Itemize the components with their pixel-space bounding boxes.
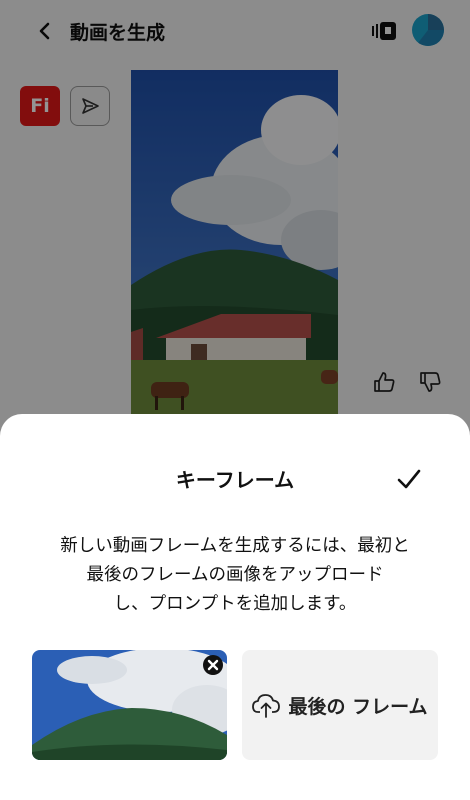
- last-frame-upload-button[interactable]: 最後の フレーム: [242, 650, 438, 760]
- description-line: 新しい動画フレームを生成するには、最初と: [60, 536, 410, 556]
- first-frame-image: [32, 650, 227, 760]
- sheet-description: 新しい動画フレームを生成するには、最初と 最後のフレームの画像をアップロード し…: [20, 532, 450, 619]
- first-frame-thumbnail[interactable]: [32, 650, 227, 760]
- remove-first-frame-button[interactable]: [203, 655, 223, 675]
- last-frame-label: 最後の フレーム: [288, 695, 428, 718]
- close-circle-icon: [207, 659, 219, 671]
- checkmark-icon[interactable]: [396, 466, 422, 492]
- cloud-upload-icon: [252, 694, 281, 718]
- description-line: し、プロンプトを追加します。: [113, 594, 357, 614]
- description-line: 最後のフレームの画像をアップロード: [86, 565, 384, 585]
